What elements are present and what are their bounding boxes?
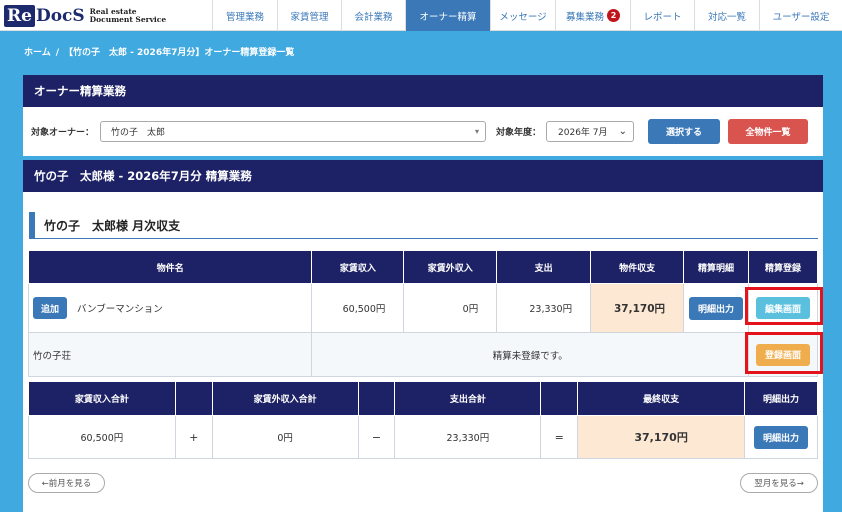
owner-select[interactable]: 竹の子 太郎 ▾ <box>100 121 487 142</box>
logo-docs: DocS <box>35 5 85 26</box>
totals-row: 60,500円 + 0円 − 23,330円 = 37,170円 明細出力 <box>28 415 818 459</box>
col-other-total: 家賃外収入合計 <box>211 381 359 416</box>
table-header-row: 物件名 家賃収入 家賃外収入 支出 物件収支 精算明細 精算登録 <box>27 250 818 284</box>
chevron-down-icon: ⌄ <box>618 126 628 137</box>
notification-badge: 2 <box>607 9 620 22</box>
year-label: 対象年度： <box>496 128 542 138</box>
col-detail-output: 明細出力 <box>744 381 818 416</box>
col-settlement-detail: 精算明細 <box>683 250 749 284</box>
all-properties-button[interactable]: 全物件一覧 <box>728 119 809 144</box>
totals-detail-output-button[interactable]: 明細出力 <box>754 425 808 449</box>
other-total-value: 0円 <box>211 415 359 459</box>
rent-total-value: 60,500円 <box>28 415 176 459</box>
section-title: 竹の子 太郎様 月次収支 <box>29 212 818 239</box>
redocs-logo[interactable]: Re DocS Real estate Document Service <box>0 0 212 31</box>
table-row: 追加 バンブーマンション 60,500円 0円 23,330円 37,170円 … <box>27 283 818 333</box>
highlight-frame <box>745 332 823 374</box>
next-month-button[interactable]: 翌月を見る→ <box>740 473 818 493</box>
year-select[interactable]: 2026年 7月 ⌄ <box>546 121 635 142</box>
panel-title: オーナー精算業務 <box>34 84 126 98</box>
dropdown-caret-icon: ▾ <box>475 127 480 136</box>
owner-label: 対象オーナー： <box>31 128 95 138</box>
nav-rent[interactable]: 家賃管理 <box>277 0 341 31</box>
top-navigation-bar: Re DocS Real estate Document Service 管理業… <box>0 0 842 31</box>
main-nav: 管理業務 家賃管理 会計業務 オーナー精算 メッセージ 募集業務 2 レポート … <box>212 0 842 31</box>
minus-operator: − <box>357 415 396 459</box>
panel-monthly-settlement-header: 竹の子 太郎様 - 2026年7月分 精算業務 <box>23 160 823 192</box>
nav-management[interactable]: 管理業務 <box>212 0 277 31</box>
table-row: 竹の子荘 精算未登録です。 登録画面 <box>27 332 818 377</box>
nav-accounting[interactable]: 会計業務 <box>341 0 405 31</box>
monthly-settlement-panel: 竹の子 太郎様 月次収支 物件名 家賃収入 家賃外収入 支出 物件収支 精算明細… <box>23 192 823 512</box>
detail-output-button[interactable]: 明細出力 <box>689 296 744 320</box>
panel-owner-settlement-header: オーナー精算業務 <box>23 75 823 107</box>
owner-select-value: 竹の子 太郎 <box>111 128 166 138</box>
col-settlement-register: 精算登録 <box>748 250 818 284</box>
breadcrumb-home[interactable]: ホーム <box>24 48 51 58</box>
nav-user-settings[interactable]: ユーザー設定 <box>759 0 842 31</box>
col-final-balance: 最終収支 <box>577 381 745 416</box>
unregistered-status: 精算未登録です。 <box>311 332 749 377</box>
col-property-name: 物件名 <box>27 250 313 284</box>
final-balance-value: 37,170円 <box>577 415 745 459</box>
logo-re: Re <box>4 4 35 27</box>
nav-recruitment-label: 募集業務 <box>565 11 604 23</box>
logo-subtitle: Real estate Document Service <box>89 6 167 24</box>
property-cell: 追加 バンブーマンション <box>27 283 313 333</box>
select-button[interactable]: 選択する <box>648 119 721 144</box>
year-select-value: 2026年 7月 <box>558 128 608 138</box>
equals-operator: = <box>540 415 579 459</box>
panel-title: 竹の子 太郎様 - 2026年7月分 精算業務 <box>34 169 252 183</box>
nav-messages[interactable]: メッセージ <box>490 0 555 31</box>
breadcrumb-current: 【竹の子 太郎 - 2026年7月分】オーナー精算登録一覧 <box>64 48 295 58</box>
plus-operator: + <box>174 415 213 459</box>
property-name: 竹の子荘 <box>27 332 313 377</box>
property-name: バンブーマンション <box>77 304 163 315</box>
expense-total-value: 23,330円 <box>394 415 542 459</box>
col-rent-income: 家賃収入 <box>311 250 405 284</box>
col-other-income: 家賃外収入 <box>403 250 498 284</box>
breadcrumb: ホーム / 【竹の子 太郎 - 2026年7月分】オーナー精算登録一覧 <box>24 48 295 58</box>
rent-income-value: 60,500円 <box>311 283 405 333</box>
nav-responses[interactable]: 対応一覧 <box>694 0 759 31</box>
property-balance-table: 物件名 家賃収入 家賃外収入 支出 物件収支 精算明細 精算登録 追加 バンブー… <box>27 250 818 377</box>
col-rent-total: 家賃収入合計 <box>28 381 176 416</box>
totals-table: 家賃収入合計 家賃外収入合計 支出合計 最終収支 明細出力 60,500円 + … <box>28 381 818 459</box>
col-expense: 支出 <box>496 250 592 284</box>
totals-header-row: 家賃収入合計 家賃外収入合計 支出合計 最終収支 明細出力 <box>28 381 818 416</box>
owner-filter-panel: 対象オーナー： 竹の子 太郎 ▾ 対象年度： 2026年 7月 ⌄ 選択する 全… <box>23 107 823 156</box>
property-balance-value: 37,170円 <box>590 283 685 333</box>
col-expense-total: 支出合計 <box>394 381 542 416</box>
highlight-frame <box>745 287 823 325</box>
expense-value: 23,330円 <box>496 283 592 333</box>
add-button[interactable]: 追加 <box>33 297 67 319</box>
previous-month-button[interactable]: ←前月を見る <box>28 473 105 493</box>
nav-reports[interactable]: レポート <box>630 0 694 31</box>
nav-owner-settlement[interactable]: オーナー精算 <box>405 0 490 31</box>
nav-recruitment[interactable]: 募集業務 2 <box>555 0 630 31</box>
col-property-balance: 物件収支 <box>590 250 685 284</box>
other-income-value: 0円 <box>403 283 498 333</box>
